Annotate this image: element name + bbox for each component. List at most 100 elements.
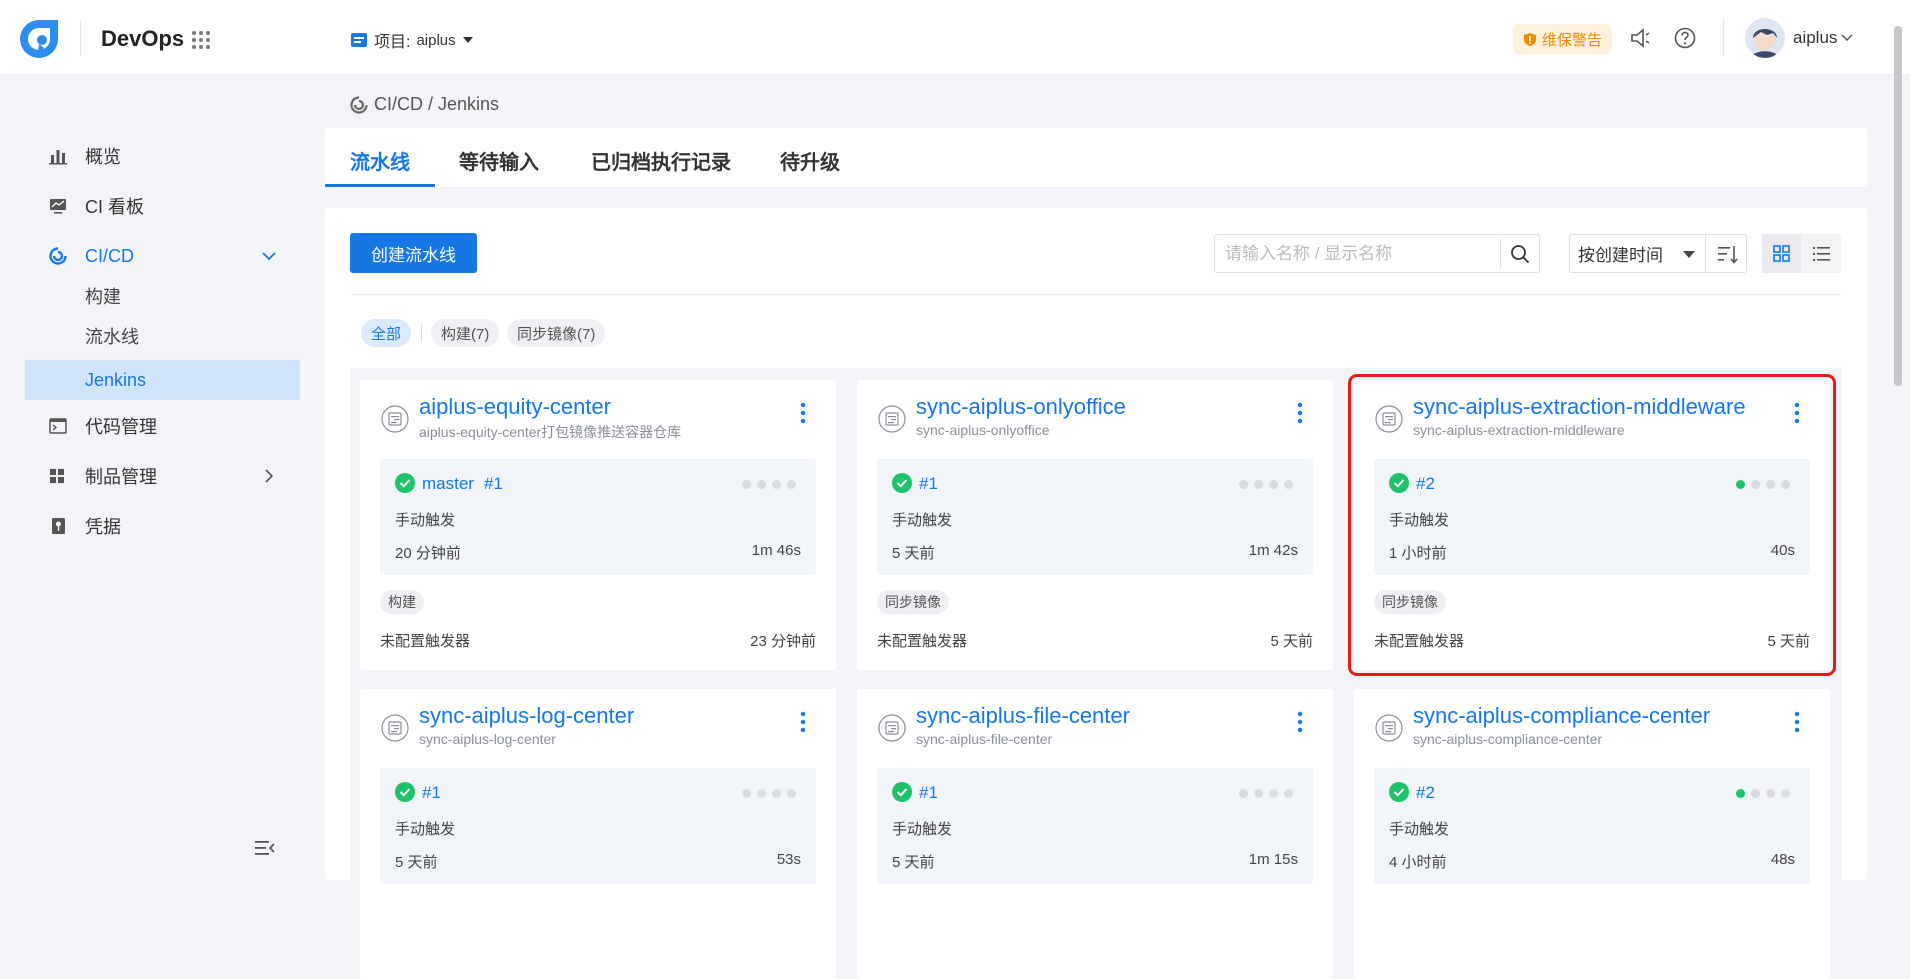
stage-dot <box>1766 480 1775 489</box>
latest-run-panel[interactable]: #1 手动触发 5 天前 1m 15s <box>877 768 1313 884</box>
sidebar-item-credentials[interactable]: 凭据 <box>25 506 300 546</box>
view-toggle <box>1762 234 1841 273</box>
stage-dot <box>742 480 751 489</box>
sort-descending-icon <box>1718 246 1738 264</box>
project-selector[interactable]: 项目: aiplus <box>350 28 474 52</box>
pipeline-name-link[interactable]: sync-aiplus-compliance-center <box>1413 703 1710 729</box>
help-icon[interactable] <box>1673 26 1697 50</box>
sort-label: 按创建时间 <box>1578 246 1663 265</box>
tab-waiting-input[interactable]: 等待输入 <box>459 146 539 175</box>
tab-archived-runs[interactable]: 已归档执行记录 <box>591 146 731 175</box>
blocks-icon <box>50 469 64 483</box>
collapse-sidebar-icon[interactable] <box>255 840 275 856</box>
more-options-icon[interactable] <box>1794 711 1800 733</box>
sidebar-subitem-jenkins[interactable]: Jenkins <box>25 360 300 400</box>
sidebar: 概览 CI 看板 CI/CD 构建 流水线 Jenkins 代码管理 制品管理 … <box>0 76 318 880</box>
run-duration: 53s <box>776 851 801 868</box>
shield-warning-icon <box>1524 32 1536 46</box>
more-options-icon[interactable] <box>800 711 806 733</box>
sidebar-subitem-pipeline[interactable]: 流水线 <box>25 316 300 356</box>
pipeline-type-tag: 同步镜像 <box>1374 590 1446 614</box>
tab-pipelines[interactable]: 流水线 <box>350 146 410 175</box>
user-avatar[interactable] <box>1745 18 1785 58</box>
create-pipeline-button[interactable]: 创建流水线 <box>350 233 477 273</box>
user-menu[interactable]: aiplus <box>1793 28 1853 48</box>
pipeline-name-link[interactable]: sync-aiplus-log-center <box>419 703 634 729</box>
stage-dot <box>787 480 796 489</box>
sort-direction-button[interactable] <box>1706 234 1747 273</box>
filter-all[interactable]: 全部 <box>361 319 412 347</box>
latest-run-panel[interactable]: #1 手动触发 5 天前 53s <box>380 768 816 884</box>
latest-run-panel[interactable]: #2 手动触发 1 小时前 40s <box>1374 459 1810 575</box>
pipeline-icon <box>381 405 409 433</box>
search-icon[interactable] <box>1510 244 1530 264</box>
more-options-icon[interactable] <box>800 402 806 424</box>
page-scrollbar[interactable] <box>1894 26 1902 386</box>
pipeline-card[interactable]: sync-aiplus-log-center sync-aiplus-log-c… <box>360 689 836 979</box>
pipeline-icon <box>878 405 906 433</box>
search-input[interactable] <box>1215 235 1500 272</box>
list-view-button[interactable] <box>1802 234 1841 273</box>
pipeline-name-link[interactable]: sync-aiplus-onlyoffice <box>916 394 1126 420</box>
sidebar-item-label: 制品管理 <box>85 467 157 487</box>
latest-run-panel[interactable]: master #1 手动触发 20 分钟前 1m 46s <box>380 459 816 575</box>
pipeline-description: sync-aiplus-log-center <box>419 731 556 747</box>
more-options-icon[interactable] <box>1297 711 1303 733</box>
search-divider <box>1500 239 1501 268</box>
pipeline-card[interactable]: sync-aiplus-compliance-center sync-aiplu… <box>1354 689 1830 979</box>
sidebar-item-code-management[interactable]: 代码管理 <box>25 406 300 446</box>
filter-divider <box>421 324 422 342</box>
brand-title: DevOps <box>101 26 185 51</box>
pipeline-icon <box>1375 714 1403 742</box>
pipeline-card-highlighted[interactable]: sync-aiplus-extraction-middleware sync-a… <box>1348 374 1836 676</box>
sidebar-item-artifact-management[interactable]: 制品管理 <box>25 456 300 496</box>
pipeline-card[interactable]: aiplus-equity-center aiplus-equity-cente… <box>360 380 836 670</box>
announcement-icon[interactable] <box>1628 26 1652 50</box>
pipeline-name-link[interactable]: sync-aiplus-extraction-middleware <box>1413 394 1746 420</box>
monitor-chart-icon <box>50 199 66 214</box>
sort-select[interactable]: 按创建时间 <box>1569 234 1706 273</box>
filter-build[interactable]: 构建(7) <box>431 319 500 347</box>
run-number: #1 <box>919 474 938 493</box>
project-icon <box>351 33 367 47</box>
sidebar-subitem-label: 流水线 <box>85 327 139 347</box>
more-options-icon[interactable] <box>1297 402 1303 424</box>
stage-dot <box>1269 789 1278 798</box>
sidebar-item-overview[interactable]: 概览 <box>25 136 300 176</box>
pipeline-description: sync-aiplus-file-center <box>916 731 1053 747</box>
grid-view-button[interactable] <box>1762 234 1801 273</box>
more-options-icon[interactable] <box>1794 402 1800 424</box>
sidebar-item-ci-board[interactable]: CI 看板 <box>25 186 300 226</box>
cicd-icon <box>49 247 67 265</box>
success-check-icon <box>395 473 415 493</box>
pipeline-name-link[interactable]: aiplus-equity-center <box>419 394 611 420</box>
sidebar-item-cicd[interactable]: CI/CD <box>25 236 300 276</box>
devops-logo[interactable] <box>18 18 60 60</box>
sidebar-item-label: CI 看板 <box>85 197 145 217</box>
search-box <box>1214 234 1540 273</box>
bar-chart-icon <box>49 150 67 165</box>
breadcrumb-text: CI/CD / Jenkins <box>374 94 500 114</box>
stage-dot <box>1284 480 1293 489</box>
apps-grid-icon[interactable] <box>191 30 211 50</box>
latest-run-panel[interactable]: #2 手动触发 4 小时前 48s <box>1374 768 1810 884</box>
sidebar-subitem-label: Jenkins <box>85 369 147 390</box>
warning-badge[interactable]: 维保警告 <box>1513 24 1613 54</box>
pipeline-name-link[interactable]: sync-aiplus-file-center <box>916 703 1130 729</box>
success-check-icon <box>892 473 912 493</box>
header-divider <box>1723 18 1724 56</box>
tab-pending-upgrade[interactable]: 待升级 <box>780 146 840 175</box>
pipeline-card[interactable]: sync-aiplus-file-center sync-aiplus-file… <box>857 689 1333 979</box>
terminal-icon <box>49 418 67 434</box>
trigger-config: 未配置触发器 <box>877 633 968 650</box>
stage-dot <box>1781 480 1790 489</box>
run-duration: 1m 46s <box>751 542 801 559</box>
latest-run-panel[interactable]: #1 手动触发 5 天前 1m 42s <box>877 459 1313 575</box>
filter-sync-image[interactable]: 同步镜像(7) <box>507 319 606 347</box>
stage-dot <box>1239 480 1248 489</box>
stage-dot <box>757 480 766 489</box>
sidebar-subitem-build[interactable]: 构建 <box>25 276 300 316</box>
pipeline-card[interactable]: sync-aiplus-onlyoffice sync-aiplus-onlyo… <box>857 380 1333 670</box>
stage-dot-success <box>1736 480 1745 489</box>
run-time-ago: 5 天前 <box>395 854 438 871</box>
